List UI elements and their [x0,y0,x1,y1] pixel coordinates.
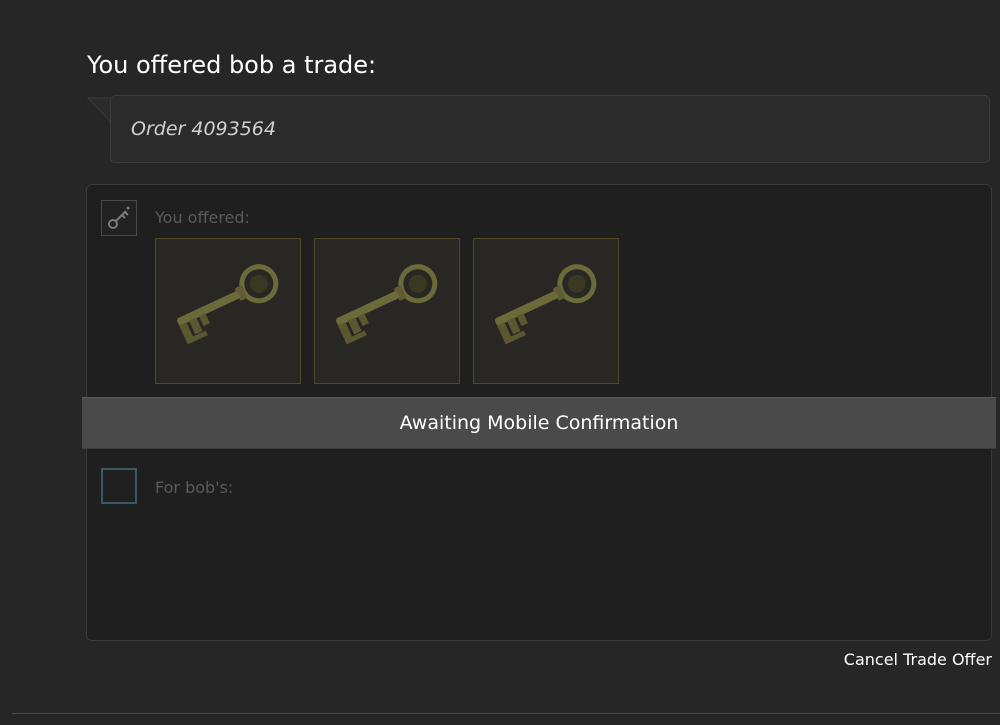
key-icon [108,206,130,229]
key-icon [177,264,279,345]
bottom-divider [12,713,1000,714]
message-bubble-tail [86,97,112,124]
offered-item-key-1[interactable] [155,238,301,384]
trade-message-text: Order 4093564 [131,118,276,140]
partner-avatar [101,468,137,504]
for-partner-label: For bob's: [155,478,234,497]
key-icon [336,264,438,345]
trade-message-box: Order 4093564 [110,95,990,163]
key-icon [495,264,597,345]
your-avatar [101,200,137,236]
status-banner: Awaiting Mobile Confirmation [82,397,996,449]
cancel-trade-offer-link[interactable]: Cancel Trade Offer [844,650,992,669]
you-offered-label: You offered: [155,208,250,227]
offered-item-key-3[interactable] [473,238,619,384]
offered-item-key-2[interactable] [314,238,460,384]
trade-offer-heading: You offered bob a trade: [87,51,377,79]
